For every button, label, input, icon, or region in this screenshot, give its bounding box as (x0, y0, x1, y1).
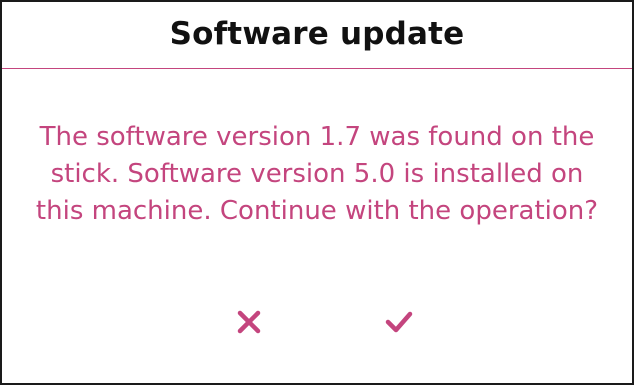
cancel-button[interactable] (227, 302, 271, 342)
check-icon (384, 309, 414, 335)
confirm-button[interactable] (377, 302, 421, 342)
dialog-header: Software update (2, 2, 632, 69)
dialog-message: The software version 1.7 was found on th… (35, 122, 599, 226)
close-icon (236, 309, 262, 335)
dialog-title: Software update (169, 16, 465, 52)
software-update-dialog: Software update The software version 1.7… (0, 0, 634, 385)
